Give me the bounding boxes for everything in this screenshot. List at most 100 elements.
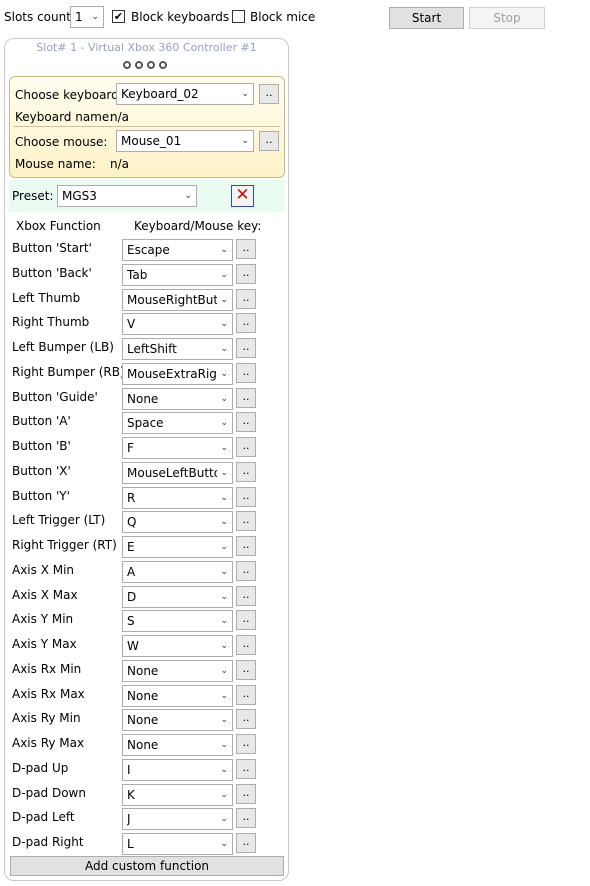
mouse-browse-button[interactable]: ..: [259, 131, 279, 151]
toolbar: Slots count: 1 ⌄ ✔ Block keyboards Block…: [0, 0, 590, 35]
preset-select[interactable]: MGS3 ⌄: [57, 185, 197, 207]
mapping-key-select[interactable]: LeftShift ⌄: [122, 338, 233, 360]
mapping-key-select[interactable]: L ⌄: [122, 833, 233, 855]
mapping-function-label: Axis X Min: [12, 563, 75, 577]
mapping-browse-button[interactable]: ..: [236, 660, 256, 680]
mapping-key-select[interactable]: A ⌄: [122, 561, 233, 583]
mapping-browse-button[interactable]: ..: [236, 610, 256, 630]
page-dot-icon[interactable]: [159, 61, 167, 69]
mapping-browse-button[interactable]: ..: [236, 635, 256, 655]
stop-button[interactable]: Stop: [469, 7, 545, 29]
mapping-browse-button[interactable]: ..: [236, 239, 256, 259]
page-dot-icon[interactable]: [123, 61, 131, 69]
delete-preset-button[interactable]: ✕: [231, 185, 254, 207]
mapping-browse-button[interactable]: ..: [236, 338, 256, 358]
chevron-down-icon: ⌄: [220, 567, 228, 577]
chevron-down-icon: ⌄: [220, 443, 228, 453]
mapping-browse-button[interactable]: ..: [236, 808, 256, 828]
mapping-key-value: L: [127, 837, 134, 851]
mapping-key-select[interactable]: J ⌄: [122, 808, 233, 830]
mapping-row: Axis Y Min S ⌄..: [0, 609, 290, 633]
mapping-key-select[interactable]: Escape ⌄: [122, 239, 233, 261]
slots-count-select[interactable]: 1 ⌄: [70, 6, 104, 28]
mapping-browse-button[interactable]: ..: [236, 289, 256, 309]
page-dot-icon[interactable]: [147, 61, 155, 69]
mapping-key-select[interactable]: W ⌄: [122, 635, 233, 657]
mapping-row: Button 'B' F ⌄..: [0, 436, 290, 460]
page-dot-icon[interactable]: [135, 61, 143, 69]
mapping-key-value: None: [127, 713, 159, 727]
mapping-key-select[interactable]: D ⌄: [122, 586, 233, 608]
mapping-browse-button[interactable]: ..: [236, 586, 256, 606]
mapping-function-label: Axis Y Min: [12, 612, 74, 626]
mapping-key-select[interactable]: None ⌄: [122, 734, 233, 756]
mapping-browse-button[interactable]: ..: [236, 388, 256, 408]
mapping-key-value: A: [127, 565, 136, 579]
choose-mouse-label: Choose mouse:: [15, 135, 108, 149]
mapping-key-select[interactable]: None ⌄: [122, 660, 233, 682]
mapping-function-label: Axis X Max: [12, 588, 78, 602]
mapping-browse-button[interactable]: ..: [236, 462, 256, 482]
chevron-down-icon: ⌄: [220, 691, 228, 701]
mapping-browse-button[interactable]: ..: [236, 685, 256, 705]
start-button[interactable]: Start: [389, 7, 464, 29]
chevron-down-icon: ⌄: [220, 592, 228, 602]
block-keyboards-checkbox[interactable]: ✔: [112, 10, 125, 23]
preset-label: Preset:: [12, 189, 54, 203]
mapping-function-label: Button 'X': [12, 464, 71, 478]
mapping-function-label: D-pad Left: [12, 810, 75, 824]
mouse-select[interactable]: Mouse_01 ⌄: [116, 130, 254, 152]
mapping-browse-button[interactable]: ..: [236, 536, 256, 556]
mapping-key-select[interactable]: Space ⌄: [122, 412, 233, 434]
mapping-key-select[interactable]: MouseLeftButton⌄: [122, 462, 233, 484]
mapping-key-select[interactable]: E ⌄: [122, 536, 233, 558]
chevron-down-icon: ⌄: [241, 89, 249, 99]
mapping-key-select[interactable]: S ⌄: [122, 610, 233, 632]
mapping-key-value: R: [127, 491, 136, 505]
mapping-key-select[interactable]: Q ⌄: [122, 511, 233, 533]
add-custom-function-button[interactable]: Add custom function: [10, 856, 284, 876]
mapping-key-select[interactable]: None ⌄: [122, 685, 233, 707]
slots-count-label: Slots count:: [4, 10, 75, 24]
mapping-row: Button 'Back' Tab ⌄..: [0, 263, 290, 287]
mapping-function-label: Left Bumper (LB): [12, 340, 114, 354]
keyboard-browse-button[interactable]: ..: [259, 84, 279, 104]
mapping-browse-button[interactable]: ..: [236, 709, 256, 729]
mapping-row: Axis X Max D ⌄..: [0, 585, 290, 609]
mapping-browse-button[interactable]: ..: [236, 363, 256, 383]
chevron-down-icon: ⌄: [220, 616, 228, 626]
block-mice-label: Block mice: [250, 10, 316, 24]
block-mice-checkbox[interactable]: [232, 10, 245, 23]
mapping-key-value: S: [127, 614, 135, 628]
mapping-key-value: Space: [127, 416, 164, 430]
mapping-key-select[interactable]: V ⌄: [122, 313, 233, 335]
mapping-browse-button[interactable]: ..: [236, 511, 256, 531]
mapping-key-select[interactable]: K ⌄: [122, 784, 233, 806]
mapping-function-label: Right Trigger (RT): [12, 538, 117, 552]
chevron-down-icon: ⌄: [220, 790, 228, 800]
mapping-key-select[interactable]: Tab ⌄: [122, 264, 233, 286]
mapping-browse-button[interactable]: ..: [236, 313, 256, 333]
slot-page-indicator[interactable]: [123, 58, 171, 72]
mapping-key-select[interactable]: I ⌄: [122, 759, 233, 781]
mapping-browse-button[interactable]: ..: [236, 784, 256, 804]
mapping-key-select[interactable]: F ⌄: [122, 437, 233, 459]
mapping-key-value: Q: [127, 515, 137, 529]
mapping-function-label: Button 'A': [12, 414, 71, 428]
mapping-browse-button[interactable]: ..: [236, 264, 256, 284]
mapping-browse-button[interactable]: ..: [236, 734, 256, 754]
mapping-browse-button[interactable]: ..: [236, 833, 256, 853]
keyboard-select[interactable]: Keyboard_02 ⌄: [116, 83, 254, 105]
mapping-key-select[interactable]: None ⌄: [122, 388, 233, 410]
mapping-browse-button[interactable]: ..: [236, 561, 256, 581]
mapping-browse-button[interactable]: ..: [236, 487, 256, 507]
mapping-key-select[interactable]: R ⌄: [122, 487, 233, 509]
mapping-key-select[interactable]: None ⌄: [122, 709, 233, 731]
mapping-browse-button[interactable]: ..: [236, 759, 256, 779]
mapping-browse-button[interactable]: ..: [236, 437, 256, 457]
mapping-key-select[interactable]: MouseExtraRight⌄: [122, 363, 233, 385]
chevron-down-icon: ⌄: [220, 715, 228, 725]
mapping-browse-button[interactable]: ..: [236, 412, 256, 432]
mapping-key-select[interactable]: MouseRightButton⌄: [122, 289, 233, 311]
chevron-down-icon: ⌄: [91, 12, 99, 22]
